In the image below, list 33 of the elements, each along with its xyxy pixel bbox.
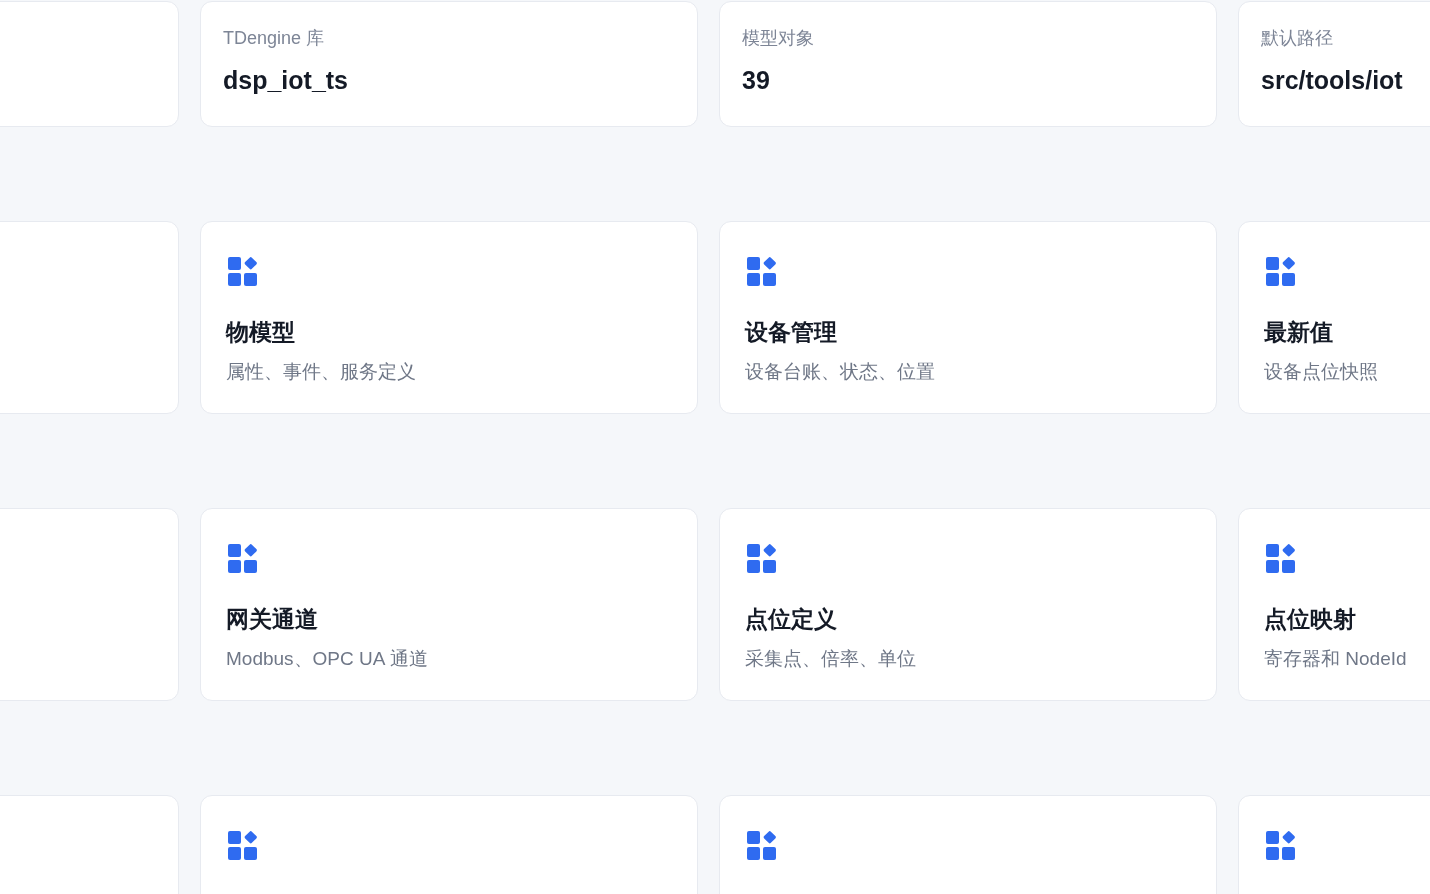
module-card[interactable]: 网关通道 Modbus、OPC UA 通道 [200, 508, 698, 701]
module-card[interactable]: 最新值 设备点位快照 [1238, 221, 1430, 414]
module-description: 属性、事件、服务定义 [226, 360, 416, 384]
stat-value: dsp_iot_ts [223, 65, 349, 96]
module-card[interactable]: 设备管理 设备台账、状态、位置 [719, 221, 1217, 414]
app-grid-icon [1266, 257, 1296, 287]
module-card[interactable]: 物模型 属性、事件、服务定义 [200, 221, 698, 414]
stat-label: TDengine 库 [223, 27, 325, 50]
module-card[interactable]: 点位定义 采集点、倍率、单位 [719, 508, 1217, 701]
app-grid-icon [228, 544, 258, 574]
app-grid-icon [747, 544, 777, 574]
stat-label: 模型对象 [742, 27, 814, 50]
module-description: 设备点位快照 [1264, 360, 1378, 384]
module-description: 寄存器和 NodeId [1264, 647, 1407, 671]
module-title: 物模型 [226, 318, 295, 347]
stat-value: 39 [742, 65, 770, 96]
stat-value: src/tools/iot [1261, 65, 1403, 96]
stat-label: 默认路径 [1261, 27, 1333, 50]
module-title: 点位映射 [1264, 605, 1356, 634]
module-description: 采集点、倍率、单位 [745, 647, 916, 671]
app-grid-icon [747, 831, 777, 861]
module-title: 最新值 [1264, 318, 1333, 347]
app-grid-icon [1266, 831, 1296, 861]
module-description: Modbus、OPC UA 通道 [226, 647, 428, 671]
app-grid-icon [228, 831, 258, 861]
app-grid-icon [228, 257, 258, 287]
module-title: 网关通道 [226, 605, 318, 634]
module-description: 设备台账、状态、位置 [745, 360, 935, 384]
app-grid-icon [747, 257, 777, 287]
module-card[interactable]: 点位映射 寄存器和 NodeId [1238, 508, 1430, 701]
module-title: 点位定义 [745, 605, 837, 634]
module-title: 设备管理 [745, 318, 837, 347]
app-grid-icon [1266, 544, 1296, 574]
